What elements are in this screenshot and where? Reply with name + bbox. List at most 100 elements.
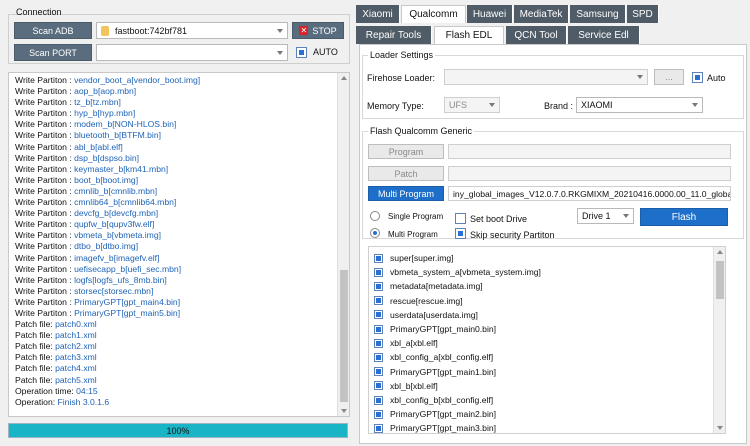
log-label: Write Partiton :	[15, 252, 75, 263]
scroll-down-icon[interactable]	[341, 409, 347, 413]
drive-value: Drive 1	[582, 211, 611, 221]
program-path-field[interactable]	[448, 144, 731, 159]
log-line: Patch file: patch3.xml	[9, 352, 349, 363]
tab-xiaomi[interactable]: Xiaomi	[356, 5, 400, 23]
partition-row[interactable]: rescue[rescue.img]	[369, 294, 713, 308]
partition-checkbox[interactable]	[374, 409, 383, 419]
device-value: fastboot:742bf781	[115, 25, 188, 36]
partition-name: PrimaryGPT[gpt_main3.bin]	[390, 423, 497, 434]
subtab-flash-edl[interactable]: Flash EDL	[434, 26, 504, 44]
log-value: 04:15	[76, 385, 98, 396]
scroll-thumb[interactable]	[716, 261, 724, 299]
loader-auto-label: Auto	[707, 73, 726, 83]
program-button[interactable]: Program	[368, 144, 444, 159]
log-value: patch3.xml	[55, 352, 97, 363]
log-value: storsec[storsec.mbn]	[74, 285, 154, 296]
log-line: Write Partiton : storsec[storsec.mbn]	[9, 286, 349, 297]
partition-checkbox[interactable]	[374, 267, 383, 277]
loader-auto-checkbox[interactable]	[692, 72, 703, 83]
device-select[interactable]: fastboot:742bf781	[96, 22, 288, 39]
log-line: Patch file: patch2.xml	[9, 341, 349, 352]
partition-checkbox[interactable]	[374, 281, 383, 291]
partition-checkbox[interactable]	[374, 381, 383, 391]
auto-checkbox[interactable]	[296, 47, 307, 58]
tab-qualcomm[interactable]: Qualcomm	[401, 5, 466, 23]
drive-select[interactable]: Drive 1	[577, 208, 634, 224]
patch-path-field[interactable]	[448, 166, 731, 181]
log-value: cmnlib64_b[cmnlib64.mbn]	[74, 197, 177, 208]
browse-loader-button[interactable]: ...	[654, 69, 684, 85]
scan-adb-button[interactable]: Scan ADB	[14, 22, 92, 39]
multi-program-radio[interactable]	[370, 228, 380, 238]
partition-row[interactable]: xbl_a[xbl.elf]	[369, 336, 713, 350]
scroll-thumb[interactable]	[340, 270, 348, 402]
auto-label: AUTO	[313, 47, 338, 57]
set-boot-drive-checkbox[interactable]	[455, 213, 466, 224]
log-label: Write Partiton :	[15, 230, 75, 241]
scroll-up-icon[interactable]	[717, 250, 723, 254]
partition-checkbox[interactable]	[374, 324, 383, 334]
tab-samsung[interactable]: Samsung	[570, 5, 626, 23]
stop-button[interactable]: ✕ STOP	[292, 22, 344, 39]
single-program-radio[interactable]	[370, 211, 380, 221]
log-label: Write Partiton :	[15, 108, 75, 119]
partition-checkbox[interactable]	[374, 310, 383, 320]
partition-checkbox[interactable]	[374, 423, 383, 433]
log-value: vendor_boot_a[vendor_boot.img]	[74, 75, 201, 85]
partition-row[interactable]: vbmeta_system_a[vbmeta_system.img]	[369, 265, 713, 279]
partition-row[interactable]: xbl_b[xbl.elf]	[369, 379, 713, 393]
subtab-repair-tools[interactable]: Repair Tools	[356, 26, 432, 44]
log-label: Write Partiton :	[15, 97, 75, 108]
subtab-service-edl[interactable]: Service Edl	[568, 26, 640, 44]
partition-row[interactable]: PrimaryGPT[gpt_main0.bin]	[369, 322, 713, 336]
partition-row[interactable]: xbl_config_a[xbl_config.elf]	[369, 350, 713, 364]
log-label: Patch file:	[15, 352, 56, 363]
memory-type-select[interactable]: UFS	[444, 97, 500, 113]
log-value: patch5.xml	[55, 374, 97, 385]
partition-row[interactable]: PrimaryGPT[gpt_main2.bin]	[369, 407, 713, 421]
log-value: abl_b[abl.elf]	[74, 141, 123, 152]
chevron-down-icon	[489, 103, 495, 107]
partition-checkbox[interactable]	[374, 352, 383, 362]
flash-button[interactable]: Flash	[640, 208, 728, 226]
partition-row[interactable]: super[super.img]	[369, 251, 713, 265]
partition-name: metadata[metadata.img]	[390, 281, 483, 292]
scroll-down-icon[interactable]	[717, 426, 723, 430]
partition-checkbox[interactable]	[374, 296, 383, 306]
patch-button[interactable]: Patch	[368, 166, 444, 181]
partition-checkbox[interactable]	[374, 253, 383, 263]
log-value: imagefv_b[imagefv.elf]	[74, 252, 160, 263]
scroll-up-icon[interactable]	[341, 76, 347, 80]
tab-spd[interactable]: SPD	[627, 5, 659, 23]
partition-row[interactable]: xbl_config_b[xbl_config.elf]	[369, 393, 713, 407]
partition-row[interactable]: PrimaryGPT[gpt_main1.bin]	[369, 365, 713, 379]
partition-checkbox[interactable]	[374, 395, 383, 405]
brand-select[interactable]: XIAOMI	[576, 97, 703, 113]
multi-program-path-field[interactable]: iny_global_images_V12.0.7.0.RKGMIXM_2021…	[448, 186, 731, 201]
chevron-down-icon	[637, 75, 643, 79]
log-line: Write Partiton : dsp_b[dspso.bin]	[9, 153, 349, 164]
scan-port-button[interactable]: Scan PORT	[14, 44, 92, 61]
log-panel[interactable]: Write Partiton : vendor_boot_a[vendor_bo…	[8, 72, 350, 417]
tab-mediatek[interactable]: MediaTek	[514, 5, 569, 23]
partition-list[interactable]: super[super.img] vbmeta_system_a[vbmeta_s…	[368, 246, 726, 434]
partition-row[interactable]: PrimaryGPT[gpt_main3.bin]	[369, 421, 713, 434]
progress-label: 100%	[166, 425, 190, 436]
partition-scrollbar[interactable]	[713, 247, 725, 433]
stop-label: STOP	[312, 25, 337, 36]
port-select[interactable]	[96, 44, 288, 61]
partition-checkbox[interactable]	[374, 367, 383, 377]
log-line: Patch file: patch5.xml	[9, 375, 349, 386]
log-label: Write Partiton :	[15, 219, 75, 230]
firehose-select[interactable]	[444, 69, 648, 85]
partition-checkbox[interactable]	[374, 338, 383, 348]
log-label: Write Partiton :	[15, 263, 75, 274]
log-scrollbar[interactable]	[337, 73, 349, 416]
multi-program-button[interactable]: Multi Program	[368, 186, 444, 201]
tab-huawei[interactable]: Huawei	[467, 5, 513, 23]
skip-security-checkbox[interactable]	[455, 228, 466, 239]
flash-generic-title: Flash Qualcomm Generic	[368, 126, 475, 136]
subtab-qcn-tool[interactable]: QCN Tool	[506, 26, 567, 44]
partition-row[interactable]: metadata[metadata.img]	[369, 279, 713, 293]
partition-row[interactable]: userdata[userdata.img]	[369, 308, 713, 322]
